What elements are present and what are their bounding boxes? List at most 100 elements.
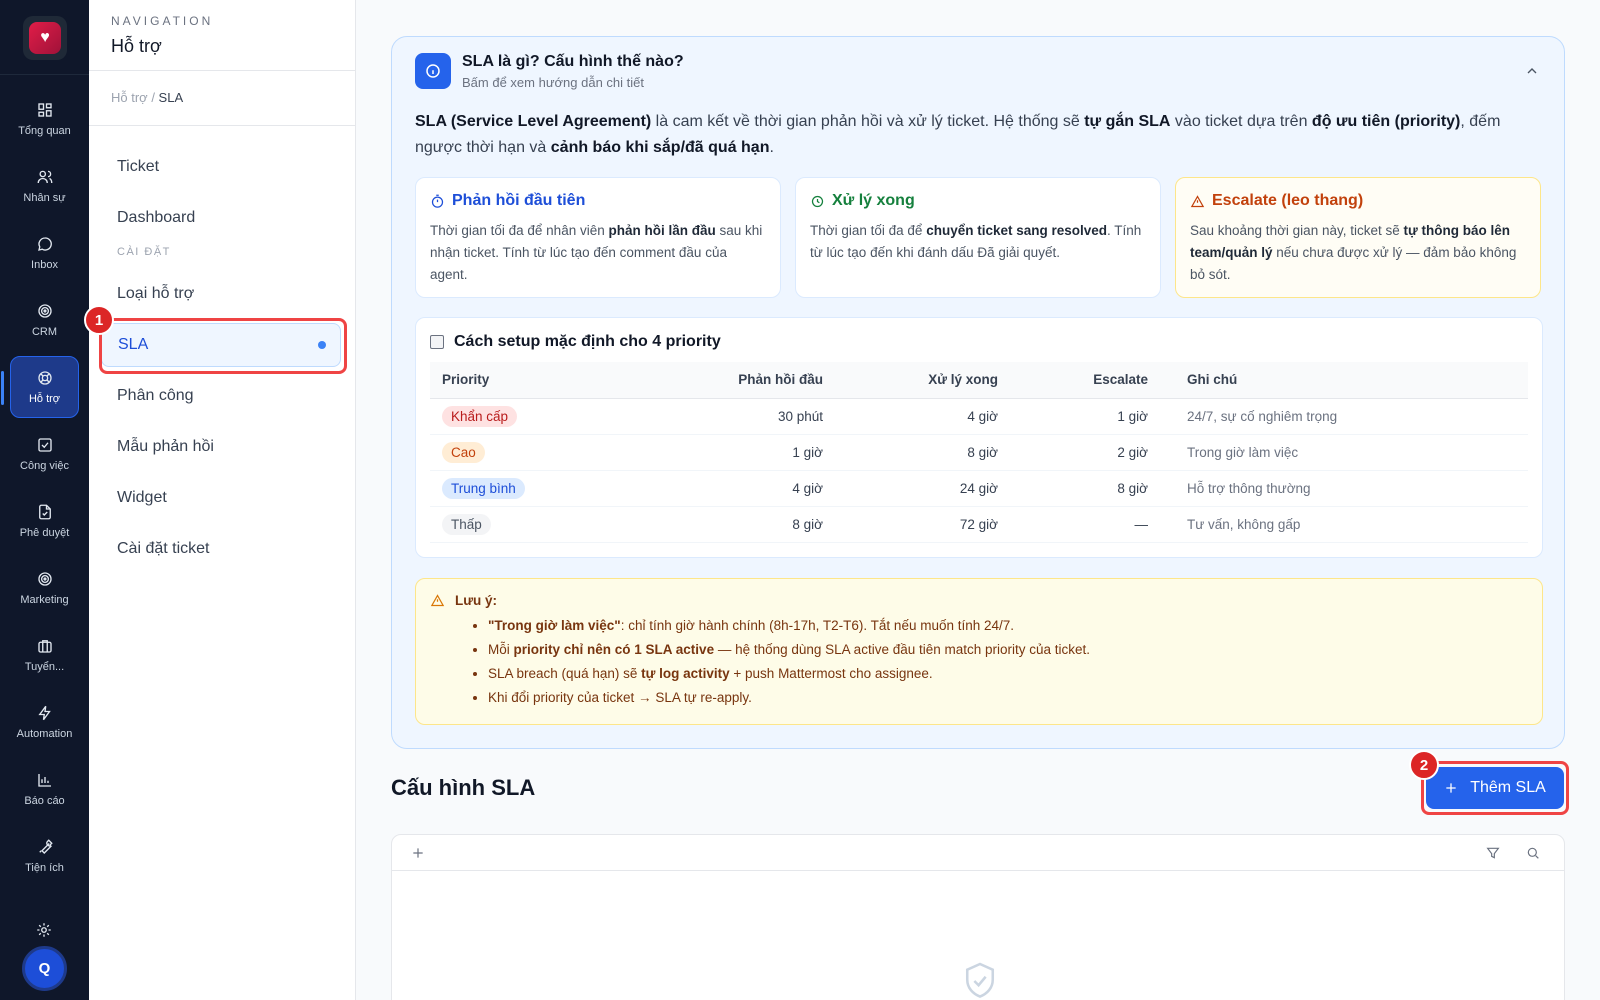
priority-cell: Khẩn cấp: [430, 398, 680, 435]
sla-guide-panel: SLA là gì? Cấu hình thế nào? Bấm để xem …: [391, 36, 1565, 749]
card-text: Thời gian tối đa để: [810, 223, 927, 238]
breadcrumb: Hỗ trợ / SLA: [111, 90, 183, 105]
annotation-badge-2: 2: [1409, 750, 1439, 780]
nav-item-ticket[interactable]: Ticket: [101, 145, 341, 189]
rail-item-phe-duyet[interactable]: Phê duyệt: [10, 490, 79, 552]
app-logo[interactable]: ♥: [23, 16, 67, 60]
priority-badge: Khẩn cấp: [442, 405, 518, 427]
cell-resolve: 24 giờ: [835, 470, 1010, 507]
file-check-icon: [38, 504, 51, 520]
nav-item-label: Ticket: [117, 158, 160, 175]
rail-item-label: Tổng quan: [18, 125, 71, 137]
nav-item-dashboard[interactable]: Dashboard: [101, 196, 341, 240]
nav-item-label: Loại hỗ trợ: [117, 285, 195, 302]
rail-item-bao-cao[interactable]: Báo cáo: [10, 758, 79, 820]
bar-chart-icon: [37, 774, 51, 787]
grid-icon: [37, 103, 52, 117]
card-title-text: Xử lý xong: [832, 192, 915, 209]
notice-text: + push Mattermost cho assignee.: [729, 666, 933, 681]
col-priority: Priority: [430, 362, 680, 399]
intro-text: vào ticket dựa trên: [1170, 113, 1312, 130]
cell-note: Hỗ trợ thông thường: [1160, 470, 1528, 507]
card-title-text: Phản hồi đầu tiên: [452, 192, 586, 209]
intro-strong: cảnh báo khi sắp/đã quá hạn: [550, 139, 770, 156]
cell-first: 4 giờ: [680, 470, 835, 507]
nav-item-widget[interactable]: Widget: [101, 476, 341, 520]
add-row-plus-icon[interactable]: [410, 845, 426, 861]
nav-section-settings: CÀI ĐẶT: [117, 246, 171, 258]
divider: [89, 70, 355, 71]
nav-item-label: Cài đặt ticket: [117, 540, 210, 557]
rail-item-inbox[interactable]: Inbox: [10, 222, 79, 284]
rail-item-label: Automation: [16, 728, 73, 740]
intro-strong: độ ưu tiên (priority): [1311, 113, 1461, 130]
cell-resolve: 72 giờ: [835, 506, 1010, 543]
guide-title[interactable]: SLA là gì? Cấu hình thế nào?: [462, 53, 684, 71]
nav-item-phan-cong[interactable]: Phân công: [101, 374, 341, 418]
cell-escalate: —: [1010, 506, 1160, 543]
settings-gear-icon[interactable]: [35, 921, 53, 939]
rail-item-crm[interactable]: CRM: [10, 289, 79, 351]
col-note: Ghi chú: [1160, 362, 1528, 399]
intro-strong: tự gắn SLA: [1084, 113, 1171, 130]
rail-item-nhan-su[interactable]: Nhân sự: [10, 155, 79, 217]
cell-note: Tư vấn, không gấp: [1160, 506, 1528, 543]
nav-item-loai-ho-tro[interactable]: Loại hỗ trợ: [101, 272, 341, 316]
card-title: Phản hồi đầu tiên: [430, 192, 766, 210]
rail-item-tuyen-dung[interactable]: Tuyển...: [10, 624, 79, 686]
table-row: Trung bình 4 giờ 24 giờ 8 giờ Hỗ trợ thông t…: [430, 470, 1528, 507]
section-title-sla-config: Cấu hình SLA: [391, 775, 536, 800]
nav-item-label: Phân công: [117, 387, 194, 404]
nav-item-label: Widget: [117, 489, 167, 506]
table-row: Khẩn cấp 30 phút 4 giờ 1 giờ 24/7, sự cố ngh…: [430, 398, 1528, 435]
chat-icon: [37, 237, 52, 251]
shield-check-icon: [963, 961, 997, 1000]
rail-item-marketing[interactable]: Marketing: [10, 557, 79, 619]
briefcase-icon: [37, 640, 52, 653]
priority-badge: Cao: [442, 441, 485, 463]
search-icon[interactable]: [1525, 845, 1541, 861]
rail-item-label: Inbox: [31, 259, 58, 271]
nav-item-mau-phan-hoi[interactable]: Mẫu phản hồi: [101, 425, 341, 469]
card-text: Thời gian tối đa để nhân viên: [430, 223, 609, 238]
cell-resolve: 4 giờ: [835, 398, 1010, 435]
info-icon: [415, 53, 451, 89]
list-item: Khi đổi priority của ticket → SLA tự re-…: [488, 686, 1528, 710]
rail-item-label: CRM: [31, 326, 58, 338]
rail-item-cong-viec[interactable]: Công việc: [10, 423, 79, 485]
chevron-up-icon[interactable]: [1524, 63, 1540, 79]
rail-item-tien-ich[interactable]: Tiện ích: [10, 825, 79, 887]
breadcrumb-parent[interactable]: Hỗ trợ: [111, 90, 148, 105]
annotation-badge-1: 1: [84, 305, 114, 335]
secondary-nav: NAVIGATION Hỗ trợ Hỗ trợ / SLA Ticket Da…: [89, 0, 356, 1000]
col-resolve: Xử lý xong: [835, 362, 1010, 399]
heart-logo-icon: ♥: [29, 22, 61, 54]
card-resolve: Xử lý xong Thời gian tối đa để chuyển ti…: [795, 177, 1161, 298]
rail-item-tong-quan[interactable]: Tổng quan: [10, 88, 79, 150]
nav-item-label: Mẫu phản hồi: [117, 438, 214, 455]
rail-item-automation[interactable]: Automation: [10, 691, 79, 753]
priority-cell: Trung bình: [430, 470, 680, 507]
rail-item-ho-tro[interactable]: Hỗ trợ: [1, 356, 79, 418]
notice-text: Mỗi: [488, 642, 514, 657]
card-text: Sau khoảng thời gian này, ticket sẽ: [1190, 223, 1404, 238]
bolt-icon: [37, 705, 51, 721]
guide-subtitle: Bấm để xem hướng dẫn chi tiết: [462, 75, 644, 90]
card-title: Escalate (leo thang): [1190, 192, 1526, 210]
notice-text: SLA breach (quá hạn) sẽ: [488, 666, 642, 681]
breadcrumb-separator: /: [147, 90, 159, 105]
user-avatar[interactable]: Q: [22, 946, 67, 991]
intro-text: là cam kết về thời gian phản hồi và xử l…: [651, 113, 1085, 130]
cell-resolve: 8 giờ: [835, 434, 1010, 471]
filter-icon[interactable]: [1485, 845, 1501, 861]
notice-title-text: Lưu ý:: [455, 593, 498, 608]
notice-list: "Trong giờ làm việc": chỉ tính giờ hành …: [430, 614, 1528, 710]
card-title-text: Escalate (leo thang): [1212, 192, 1364, 209]
table-row: Cao 1 giờ 8 giờ 2 giờ Trong giờ làm việc: [430, 434, 1528, 471]
card-body: Sau khoảng thời gian này, ticket sẽ tự t…: [1190, 220, 1526, 286]
grid-toolbar: [392, 835, 1564, 871]
annotation-highlight-2: [1421, 761, 1569, 815]
card-strong: chuyển ticket sang resolved: [926, 223, 1108, 238]
nav-item-cai-dat-ticket[interactable]: Cài đặt ticket: [101, 527, 341, 571]
sla-grid: [391, 834, 1565, 1000]
